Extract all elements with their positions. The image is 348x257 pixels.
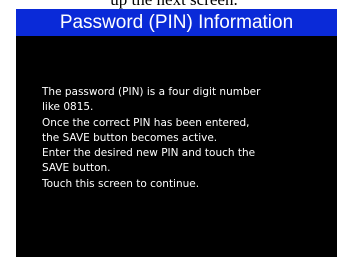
info-line: The password (PIN) is a four digit numbe… <box>42 86 261 98</box>
continue-instruction: Touch this screen to continue. <box>42 177 200 190</box>
info-text-block: The password (PIN) is a four digit numbe… <box>42 85 332 192</box>
document-caption-text: up the next screen. <box>0 0 348 9</box>
info-line: SAVE button. <box>42 162 111 175</box>
screen-title: Password (PIN) Information <box>16 9 337 36</box>
pin-information-screen[interactable]: Password (PIN) Information The password … <box>16 9 337 257</box>
info-line: Enter the desired new PIN and touch the <box>42 147 256 160</box>
info-line: Once the correct PIN has been entered, <box>42 116 250 129</box>
info-line: the SAVE button becomes active. <box>42 131 218 144</box>
info-line: like 0815. <box>42 101 94 114</box>
